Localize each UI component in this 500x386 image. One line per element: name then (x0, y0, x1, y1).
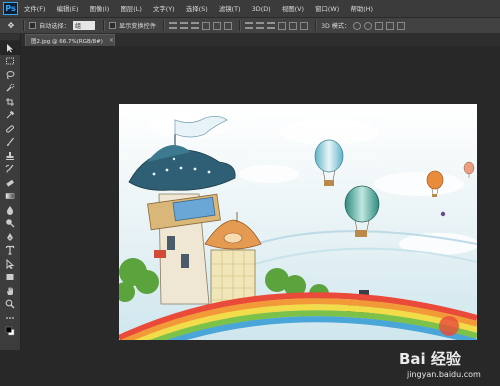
auto-select-label: 自动选择： (39, 23, 70, 30)
document-tab[interactable]: 图2.jpg @ 66.7%(RGB/8#) × (25, 34, 115, 46)
options-bar: ✥ 自动选择： 组 显示变换控件 3D 模式： (0, 18, 500, 34)
menu-help[interactable]: 帮助(H) (350, 4, 373, 13)
more-tools-icon[interactable] (0, 311, 20, 325)
options-separator (23, 20, 25, 31)
marquee-tool-icon[interactable] (0, 55, 20, 69)
watermark-url: jingyan.baidu.com (407, 370, 481, 379)
crop-tool-icon[interactable] (0, 95, 20, 109)
hand-tool-icon[interactable] (0, 284, 20, 298)
menu-view[interactable]: 视图(V) (282, 4, 304, 13)
distribute-top-icon[interactable] (245, 22, 254, 29)
3d-roll-icon[interactable] (364, 21, 373, 30)
zoom-tool-icon[interactable] (0, 298, 20, 312)
gradient-tool-icon[interactable] (0, 190, 20, 204)
blur-tool-icon[interactable] (0, 203, 20, 217)
distribute-vcenter-icon[interactable] (256, 22, 265, 29)
show-transform-label: 显示变换控件 (118, 23, 157, 30)
pen-tool-icon[interactable] (0, 230, 20, 244)
canvas-area[interactable]: Bai 经验 jingyan.baidu.com (21, 46, 500, 379)
document-tab-title: 图2.jpg @ 66.7%(RGB/8#) (31, 38, 103, 45)
menu-select[interactable]: 选择(S) (186, 4, 208, 13)
lasso-tool-icon[interactable] (0, 68, 20, 82)
tools-panel-grip[interactable] (0, 34, 20, 41)
distribute-bottom-icon[interactable] (267, 22, 276, 29)
mode-3d-label: 3D 模式： (321, 23, 351, 30)
options-separator (315, 20, 318, 31)
eyedropper-tool-icon[interactable] (0, 109, 20, 123)
3d-slide-icon[interactable] (386, 21, 395, 30)
photoshop-logo: Ps (3, 2, 18, 15)
align-vcenter-icon[interactable] (180, 22, 189, 29)
move-tool-icon[interactable] (0, 41, 20, 55)
tools-panel (0, 34, 21, 350)
options-separator (239, 20, 242, 31)
cartoon-illustration (119, 104, 477, 340)
watermark-brand: Bai 经验 (399, 350, 461, 368)
align-hcenter-icon[interactable] (213, 21, 222, 30)
menu-layer[interactable]: 图层(L) (120, 4, 141, 13)
options-separator (163, 20, 166, 31)
eraser-tool-icon[interactable] (0, 176, 20, 190)
close-tab-icon[interactable]: × (109, 37, 114, 44)
align-right-icon[interactable] (224, 21, 233, 30)
show-transform-checkbox[interactable] (108, 22, 116, 29)
document-tab-bar: 图2.jpg @ 66.7%(RGB/8#) × (21, 34, 500, 46)
menu-type[interactable]: 文字(Y) (153, 4, 175, 13)
quick-select-tool-icon[interactable] (0, 82, 20, 96)
dodge-tool-icon[interactable] (0, 217, 20, 231)
menu-filter[interactable]: 滤镜(T) (219, 4, 241, 13)
menu-window[interactable]: 窗口(W) (315, 4, 339, 13)
menu-file[interactable]: 文件(F) (24, 4, 45, 13)
align-left-icon[interactable] (202, 21, 211, 30)
options-separator (102, 20, 105, 31)
auto-select-checkbox[interactable] (29, 22, 36, 29)
distribute-right-icon[interactable] (300, 21, 309, 30)
healing-tool-icon[interactable] (0, 122, 20, 136)
menu-bar: Ps 文件(F) 编辑(E) 图像(I) 图层(L) 文字(Y) 选择(S) 滤… (0, 0, 500, 18)
menu-edit[interactable]: 编辑(E) (57, 4, 79, 13)
move-tool-preset-icon[interactable]: ✥ (3, 20, 19, 31)
auto-select-dropdown[interactable]: 组 (72, 21, 95, 30)
baidu-jingyan-watermark: Bai 经验 jingyan.baidu.com (377, 346, 500, 386)
3d-scale-icon[interactable] (397, 21, 406, 30)
3d-rotate-icon[interactable] (353, 21, 362, 30)
path-select-tool-icon[interactable] (0, 257, 20, 271)
document-image[interactable] (119, 104, 477, 340)
clone-stamp-tool-icon[interactable] (0, 149, 20, 163)
shape-tool-icon[interactable] (0, 271, 20, 285)
foreground-background-color-icon[interactable] (0, 325, 20, 339)
menu-image[interactable]: 图像(I) (90, 4, 110, 13)
history-brush-tool-icon[interactable] (0, 163, 20, 177)
align-top-icon[interactable] (169, 22, 178, 29)
distribute-left-icon[interactable] (278, 21, 287, 30)
menu-3d[interactable]: 3D(D) (252, 5, 271, 13)
auto-select-value: 组 (74, 23, 81, 30)
align-bottom-icon[interactable] (191, 22, 200, 29)
distribute-hcenter-icon[interactable] (289, 21, 298, 30)
brush-tool-icon[interactable] (0, 136, 20, 150)
type-tool-icon[interactable] (0, 244, 20, 258)
3d-pan-icon[interactable] (375, 21, 384, 30)
